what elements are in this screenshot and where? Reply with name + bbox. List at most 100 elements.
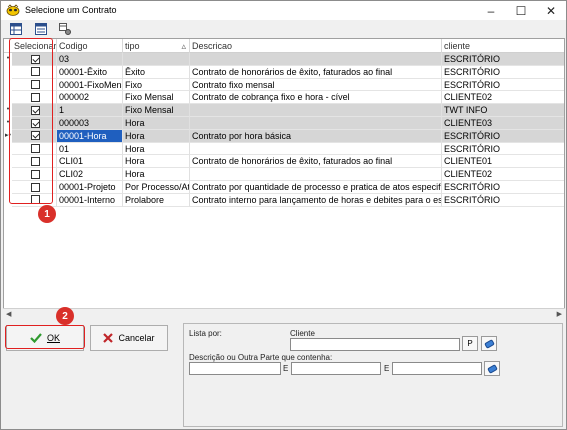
- cliente-cell: CLIENTE01: [442, 155, 564, 169]
- scroll-right-icon[interactable]: ▶: [557, 310, 562, 318]
- descricao-cell: [190, 168, 442, 181]
- tipo-cell: Prolabore: [123, 193, 190, 207]
- descricao-cell: Contrato de cobrança fixo e hora - cível: [190, 91, 442, 105]
- tipo-cell: Fixo Mensal: [123, 104, 190, 117]
- descricao-cell: Contrato de honorários de êxito, faturad…: [190, 155, 442, 169]
- table-row[interactable]: 00001-Êxito Êxito Contrato de honorários d…: [4, 65, 564, 79]
- lista-por-label: Lista por:: [189, 329, 222, 338]
- grid-header: Selecionar Codigo tipo ▵ Descricao clien…: [4, 39, 564, 53]
- descricao-cell: Contrato por quantidade de processo e pr…: [190, 181, 442, 194]
- table-row[interactable]: 00001-Projeto Por Processo/Ato Contrato po…: [4, 181, 564, 194]
- tipo-cell: Fixo: [123, 78, 190, 92]
- cancel-button[interactable]: Cancelar: [90, 325, 168, 351]
- highlight-selecionar-column: [9, 38, 53, 204]
- descricao-cell: [190, 117, 442, 130]
- p-search-button[interactable]: P: [462, 336, 478, 351]
- cliente-cell: CLIENTE02: [442, 91, 564, 105]
- codigo-cell: 00001-Hora: [57, 129, 123, 143]
- clear-cliente-button[interactable]: [481, 336, 497, 351]
- filter-panel: Lista por: Cliente P Descrição ou Outra …: [183, 323, 563, 427]
- window-title: Selecione um Contrato: [25, 5, 117, 15]
- codigo-cell: 03: [57, 53, 123, 66]
- cliente-cell: ESCRITÓRIO: [442, 66, 564, 79]
- tipo-cell: Hora: [123, 117, 190, 130]
- tipo-cell: Hora: [123, 142, 190, 156]
- list-view-icon[interactable]: [35, 23, 47, 35]
- minimize-button[interactable]: –: [476, 1, 506, 20]
- codigo-cell: 00001-Interno: [57, 193, 123, 207]
- tipo-cell: Êxito: [123, 65, 190, 79]
- cliente-cell: CLIENTE02: [442, 168, 564, 181]
- cliente-cell: ESCRITÓRIO: [442, 53, 564, 66]
- descricao-cell: Contrato fixo mensal: [190, 78, 442, 92]
- descricao-input-2[interactable]: [291, 362, 381, 375]
- descricao-cell: Contrato de honorários de êxito, faturad…: [190, 65, 442, 79]
- contracts-grid: Selecionar Codigo tipo ▵ Descricao clien…: [3, 38, 565, 318]
- cliente-cell: CLIENTE03: [442, 117, 564, 130]
- cliente-cell: ESCRITÓRIO: [442, 129, 564, 143]
- e-label-2: E: [384, 364, 390, 373]
- codigo-cell: CLI02: [57, 168, 123, 181]
- table-row[interactable]: CLI02 Hora CLIENTE02: [4, 168, 564, 181]
- eraser-icon: [486, 363, 498, 374]
- tipo-cell: Por Processo/Ato: [123, 181, 190, 194]
- clear-descricao-button[interactable]: [484, 361, 500, 376]
- column-header-tipo[interactable]: tipo ▵: [123, 39, 190, 53]
- table-row[interactable]: • 03 ESCRITÓRIO: [4, 53, 564, 66]
- descricao-cell: [190, 142, 442, 156]
- descricao-cell: [190, 53, 442, 66]
- table-row[interactable]: CLI01 Hora Contrato de honorários de êxito…: [4, 155, 564, 169]
- cliente-cell: ESCRITÓRIO: [442, 181, 564, 194]
- cliente-cell: ESCRITÓRIO: [442, 194, 564, 207]
- e-label-1: E: [283, 364, 289, 373]
- cliente-label: Cliente: [290, 329, 315, 338]
- dialog-window: Selecione um Contrato – ☐ ✕ Selecionar C…: [0, 0, 567, 430]
- descricao-cell: Contrato por hora básica: [190, 129, 442, 143]
- tipo-cell: Hora: [123, 155, 190, 169]
- codigo-cell: CLI01: [57, 155, 123, 169]
- filter-settings-icon[interactable]: [59, 23, 71, 35]
- table-row[interactable]: • 1 Fixo Mensal TWT INFO: [4, 104, 564, 117]
- table-row[interactable]: 01 Hora ESCRITÓRIO: [4, 142, 564, 156]
- cliente-cell: ESCRITÓRIO: [442, 143, 564, 156]
- column-header-tipo-label: tipo: [125, 41, 140, 51]
- step-badge-2: 2: [56, 307, 74, 325]
- toolbar: [1, 21, 566, 38]
- table-row[interactable]: 000002 Fixo Mensal Contrato de cobrança fi…: [4, 91, 564, 105]
- codigo-cell: 01: [57, 142, 123, 156]
- cliente-cell: ESCRITÓRIO: [442, 79, 564, 92]
- step-badge-1: 1: [38, 205, 56, 223]
- grid-view-icon[interactable]: [10, 23, 22, 35]
- table-row[interactable]: ▸• 00001-Hora Hora Contrato por hora básica…: [4, 129, 564, 143]
- horizontal-scrollbar[interactable]: ◀ ▶: [3, 308, 565, 318]
- highlight-ok-button: [5, 325, 85, 349]
- tipo-cell: [123, 53, 190, 66]
- codigo-cell: 00001-Êxito: [57, 65, 123, 79]
- cancel-button-label: Cancelar: [118, 333, 155, 343]
- table-row[interactable]: • 000003 Hora CLIENTE03: [4, 117, 564, 130]
- codigo-cell: 00001-FixoMensal: [57, 78, 123, 92]
- codigo-cell: 000002: [57, 91, 123, 105]
- eraser-icon: [483, 338, 495, 349]
- descricao-label: Descrição ou Outra Parte que contenha:: [189, 353, 333, 362]
- cancel-x-icon: [103, 333, 114, 343]
- cliente-input[interactable]: [290, 338, 460, 351]
- codigo-cell: 1: [57, 104, 123, 117]
- descricao-cell: [190, 104, 442, 117]
- descricao-cell: Contrato interno para lançamento de hora…: [190, 193, 442, 207]
- app-logo-icon: [6, 4, 20, 16]
- cliente-cell: TWT INFO: [442, 104, 564, 117]
- descricao-input-3[interactable]: [392, 362, 482, 375]
- maximize-button[interactable]: ☐: [506, 1, 536, 20]
- descricao-input-1[interactable]: [189, 362, 281, 375]
- table-row[interactable]: 00001-Interno Prolabore Contrato interno p…: [4, 193, 564, 207]
- table-row[interactable]: 00001-FixoMensalFixoContrato fixo mensal…: [4, 78, 564, 92]
- scroll-left-icon[interactable]: ◀: [6, 310, 11, 318]
- column-header-codigo[interactable]: Codigo: [57, 39, 123, 53]
- tipo-cell: Hora: [123, 129, 190, 143]
- title-bar: Selecione um Contrato – ☐ ✕: [1, 1, 566, 20]
- column-header-descricao[interactable]: Descricao: [190, 39, 442, 53]
- codigo-cell: 000003: [57, 117, 123, 130]
- close-button[interactable]: ✕: [536, 1, 566, 20]
- column-header-cliente[interactable]: cliente: [442, 39, 564, 53]
